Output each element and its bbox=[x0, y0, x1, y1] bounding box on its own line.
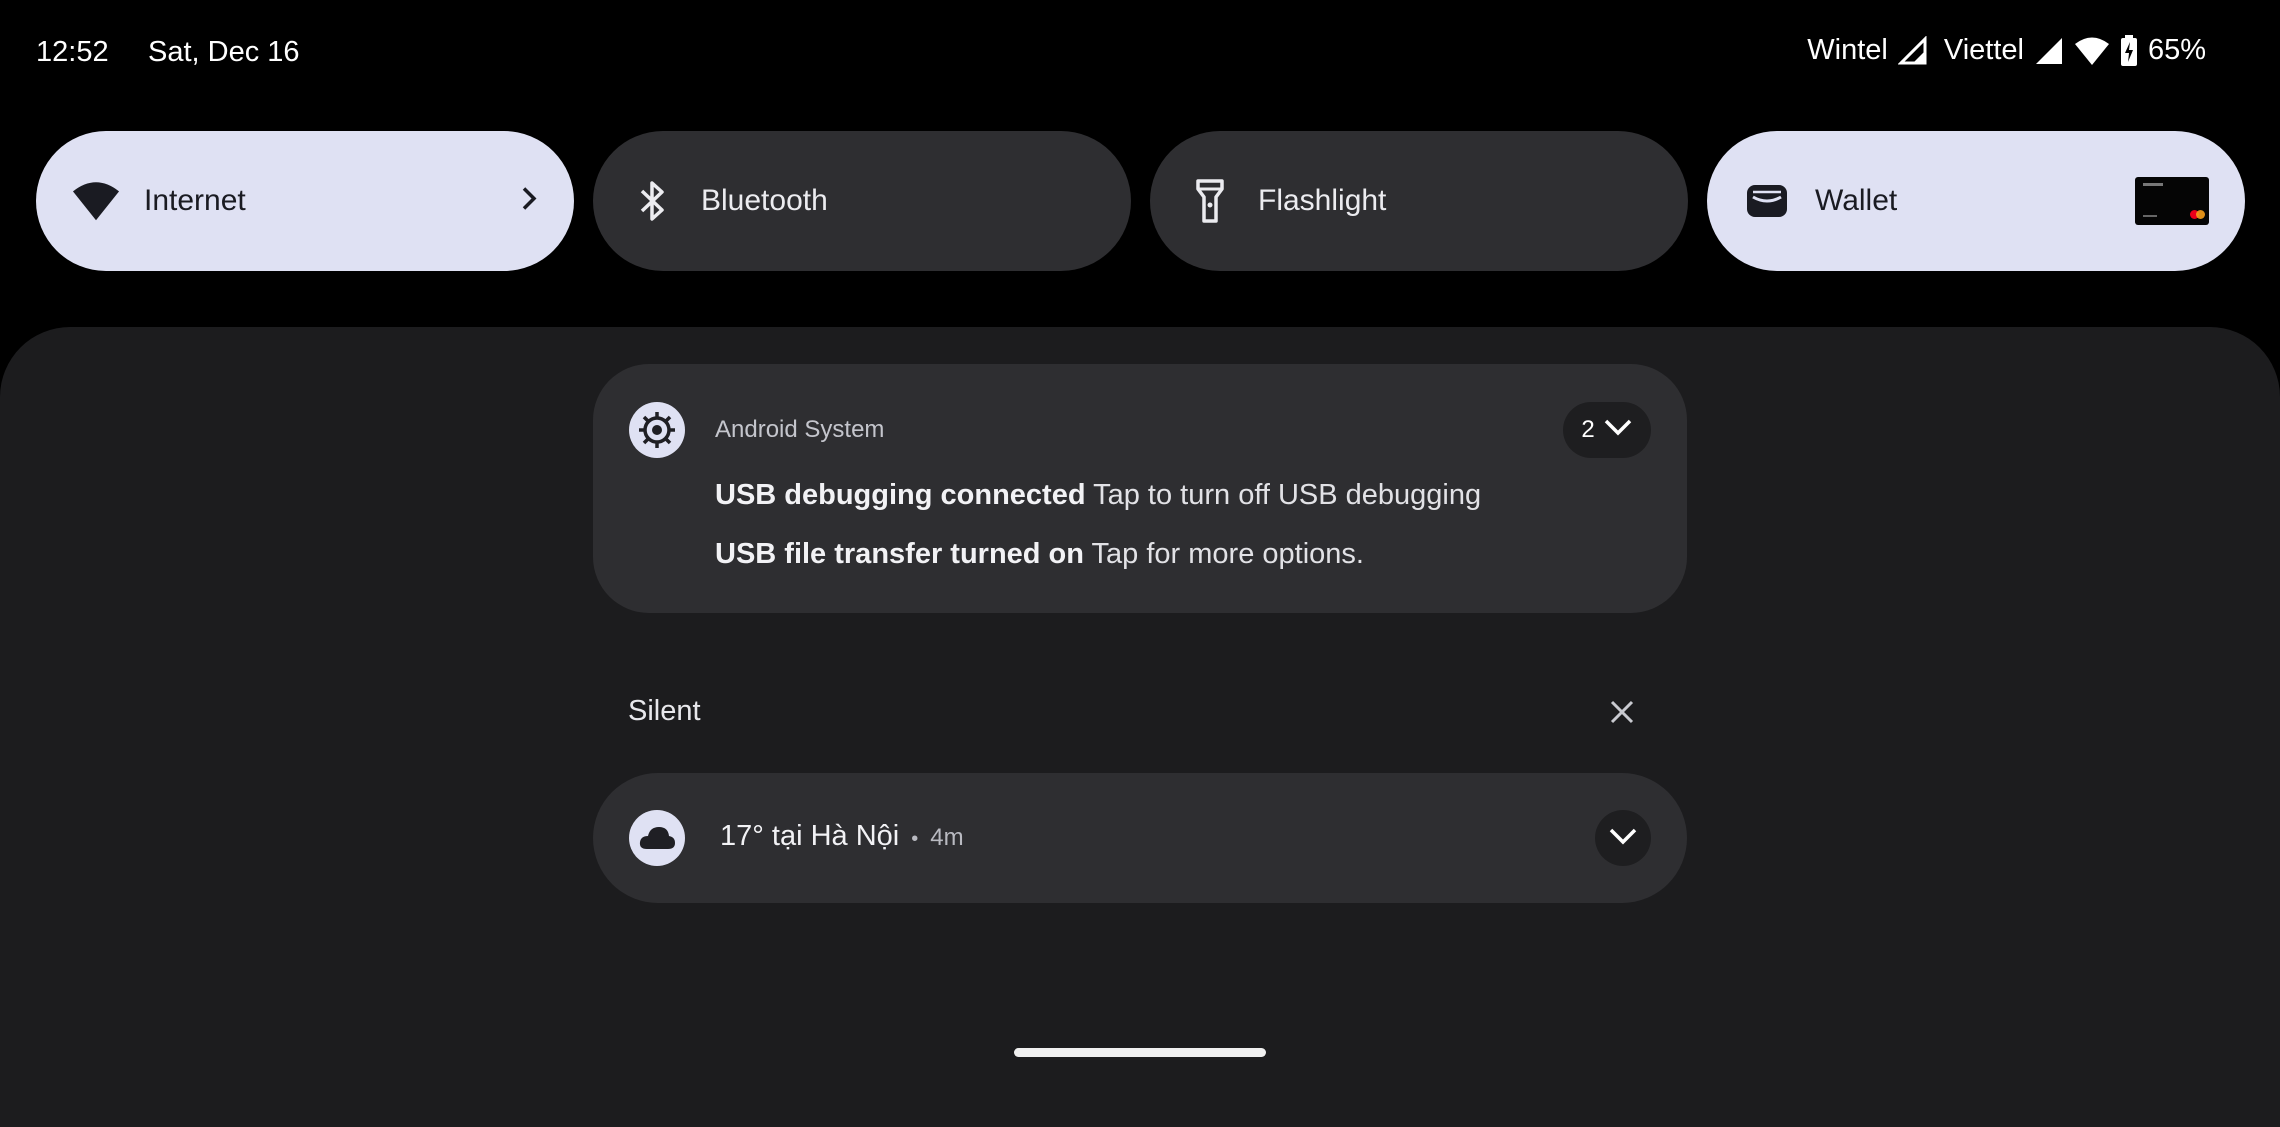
notification-title: USB file transfer turned on bbox=[715, 538, 1084, 570]
wallet-icon bbox=[1743, 177, 1791, 225]
close-icon[interactable] bbox=[1604, 694, 1640, 730]
wifi-icon bbox=[2074, 36, 2110, 66]
quick-settings-tiles: Internet Bluetooth Flashlight Wallet bbox=[36, 131, 2245, 271]
tile-flashlight-label: Flashlight bbox=[1258, 184, 1387, 217]
chevron-down-icon bbox=[1608, 826, 1638, 851]
expand-group-button[interactable]: 2 bbox=[1563, 402, 1651, 458]
flashlight-icon bbox=[1186, 177, 1234, 225]
tile-wallet-label: Wallet bbox=[1815, 184, 1898, 217]
notification-time: 4m bbox=[930, 824, 964, 851]
notification-item[interactable]: USB debugging connected Tap to turn off … bbox=[715, 479, 1481, 512]
weather-title: 17° tại Hà Nội bbox=[720, 820, 900, 852]
status-time: 12:52 bbox=[36, 36, 109, 68]
notification-android-system[interactable]: Android System 2 USB debugging connected… bbox=[593, 364, 1687, 613]
wallet-card-thumbnail bbox=[2135, 177, 2209, 225]
status-bar: 12:52 Sat, Dec 16 Wintel Viettel 65% bbox=[0, 0, 2280, 110]
gear-icon bbox=[629, 402, 685, 458]
signal-outline-icon bbox=[1897, 35, 1928, 66]
notification-item[interactable]: USB file transfer turned on Tap for more… bbox=[715, 538, 1364, 571]
tile-wallet[interactable]: Wallet bbox=[1707, 131, 2245, 271]
notification-weather[interactable]: 17° tại Hà Nội • 4m bbox=[593, 773, 1687, 903]
carrier1-label: Wintel bbox=[1807, 34, 1888, 66]
silent-section-header: Silent bbox=[628, 695, 701, 727]
notification-text: Tap for more options. bbox=[1091, 538, 1364, 570]
cloud-icon bbox=[629, 810, 685, 866]
status-indicators: Wintel Viettel 65% bbox=[1807, 34, 2206, 67]
notification-text: Tap to turn off USB debugging bbox=[1093, 479, 1482, 511]
expand-button[interactable] bbox=[1595, 810, 1651, 866]
notification-title: USB debugging connected bbox=[715, 479, 1086, 511]
tile-bluetooth[interactable]: Bluetooth bbox=[593, 131, 1131, 271]
separator-dot: • bbox=[911, 828, 919, 850]
weather-title-row: 17° tại Hà Nội • 4m bbox=[720, 820, 964, 853]
home-gesture-handle[interactable] bbox=[1014, 1048, 1266, 1057]
wifi-icon bbox=[72, 177, 120, 225]
carrier2-label: Viettel bbox=[1943, 34, 2024, 66]
chevron-down-icon bbox=[1603, 416, 1633, 444]
tile-internet[interactable]: Internet bbox=[36, 131, 574, 271]
chevron-right-icon bbox=[520, 186, 538, 217]
battery-charging-icon bbox=[2120, 34, 2138, 67]
signal-full-icon bbox=[2034, 36, 2064, 66]
notification-count: 2 bbox=[1581, 416, 1595, 443]
app-name: Android System bbox=[715, 416, 885, 443]
tile-internet-label: Internet bbox=[144, 184, 246, 217]
bluetooth-icon bbox=[629, 177, 677, 225]
tile-flashlight[interactable]: Flashlight bbox=[1150, 131, 1688, 271]
tile-bluetooth-label: Bluetooth bbox=[701, 184, 828, 217]
battery-percent: 65% bbox=[2147, 34, 2206, 66]
status-date: Sat, Dec 16 bbox=[148, 36, 300, 68]
